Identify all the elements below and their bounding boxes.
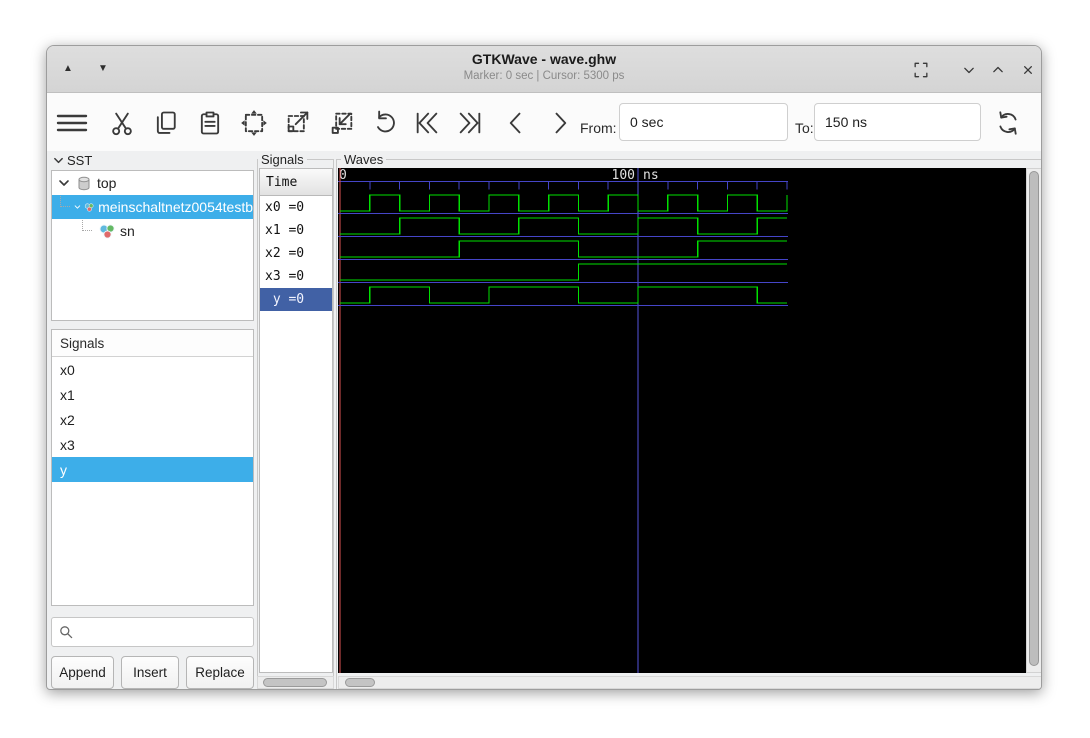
waves-hscrollbar[interactable] [338, 676, 1041, 689]
zoom-in-icon[interactable] [284, 109, 312, 137]
search-input[interactable] [78, 623, 253, 641]
value-row-x1[interactable]: x1 =0 [260, 219, 332, 242]
value-row-x0[interactable]: x0 =0 [260, 196, 332, 219]
go-start-icon[interactable] [413, 109, 441, 137]
signal-search[interactable] [51, 617, 254, 647]
expander-icon[interactable] [58, 177, 70, 189]
titlebar: ▲ ▼ GTKWave - wave.ghw Marker: 0 sec | C… [47, 46, 1041, 93]
insert-button[interactable]: Insert [121, 656, 179, 689]
tree-node-label: top [97, 175, 117, 191]
value-row-x2[interactable]: x2 =0 [260, 242, 332, 265]
fullscreen-icon[interactable] [911, 60, 931, 80]
maximize-icon[interactable] [988, 60, 1008, 80]
marker-cursor-status: Marker: 0 sec | Cursor: 5300 ps [463, 70, 625, 82]
gtkwave-window: ▲ ▼ GTKWave - wave.ghw Marker: 0 sec | C… [46, 45, 1042, 690]
module-icon [99, 223, 115, 239]
from-input[interactable] [619, 103, 788, 141]
append-button[interactable]: Append [51, 656, 114, 689]
shade-down-icon[interactable]: ▼ [94, 60, 112, 78]
expander-icon[interactable] [74, 201, 81, 213]
value-row-x3[interactable]: x3 =0 [260, 265, 332, 288]
zoom-out-icon[interactable] [328, 109, 356, 137]
reload-icon[interactable] [994, 109, 1022, 137]
signal-item-x1[interactable]: x1 [52, 382, 253, 407]
waves-frame-label: Waves [341, 152, 387, 167]
signals-list-header: Signals [52, 330, 253, 357]
waves-vscrollbar-thumb[interactable] [1029, 171, 1039, 666]
tree-connector [60, 195, 70, 207]
tree-node-meinschaltnetz[interactable]: meinschaltnetz0054testb [52, 195, 253, 219]
tree-node-top[interactable]: top [52, 171, 253, 195]
from-label: From: [580, 120, 617, 136]
zoom-fit-icon[interactable] [240, 109, 268, 137]
values-panel: Time x0 =0 x1 =0 x2 =0 x3 =0 y =0 [259, 168, 333, 673]
close-icon[interactable] [1018, 60, 1038, 80]
signal-item-x3[interactable]: x3 [52, 432, 253, 457]
time-header[interactable]: Time [260, 169, 332, 196]
replace-button[interactable]: Replace [186, 656, 254, 689]
tree-node-label: meinschaltnetz0054testb [98, 199, 253, 215]
to-input[interactable] [814, 103, 981, 141]
cut-icon[interactable] [108, 109, 136, 137]
waves-vscrollbar[interactable] [1026, 168, 1041, 673]
go-back-icon[interactable] [502, 109, 530, 137]
module-icon [84, 202, 94, 212]
svg-text:100: 100 [612, 168, 635, 183]
value-row-y[interactable]: y =0 [260, 288, 332, 311]
sst-expander-icon [54, 157, 63, 163]
waveform-plot: 0 100 ns [338, 168, 788, 673]
values-hscrollbar[interactable] [257, 676, 334, 689]
menu-icon[interactable] [56, 109, 90, 137]
tree-node-sn[interactable]: sn [52, 219, 253, 243]
minimize-icon[interactable] [959, 60, 979, 80]
window-title: GTKWave - wave.ghw [471, 51, 617, 67]
sst-header[interactable]: SST [53, 152, 92, 168]
search-icon [60, 626, 73, 639]
paste-icon[interactable] [196, 109, 224, 137]
to-label: To: [795, 120, 814, 136]
signal-item-y[interactable]: y [52, 457, 253, 482]
shade-up-icon[interactable]: ▲ [59, 60, 77, 78]
values-hscrollbar-thumb[interactable] [263, 678, 327, 687]
signal-item-x2[interactable]: x2 [52, 407, 253, 432]
go-end-icon[interactable] [456, 109, 484, 137]
svg-text:ns: ns [643, 168, 659, 183]
waves-hscrollbar-thumb[interactable] [345, 678, 375, 687]
tree-node-label: sn [120, 223, 135, 239]
go-forward-icon[interactable] [546, 109, 574, 137]
tree-connector [82, 219, 92, 231]
signal-item-x0[interactable]: x0 [52, 357, 253, 382]
toolbar: From: To: [47, 93, 1041, 151]
wave-canvas[interactable]: 0 100 ns [338, 168, 1026, 673]
undo-icon[interactable] [371, 109, 399, 137]
cylinder-icon [78, 176, 90, 190]
signals-list: Signals x0 x1 x2 x3 y [51, 329, 254, 606]
sst-tree: top meinschaltnetz0054testb sn [51, 170, 254, 321]
copy-icon[interactable] [152, 109, 180, 137]
values-frame-label: Signals [258, 152, 307, 167]
